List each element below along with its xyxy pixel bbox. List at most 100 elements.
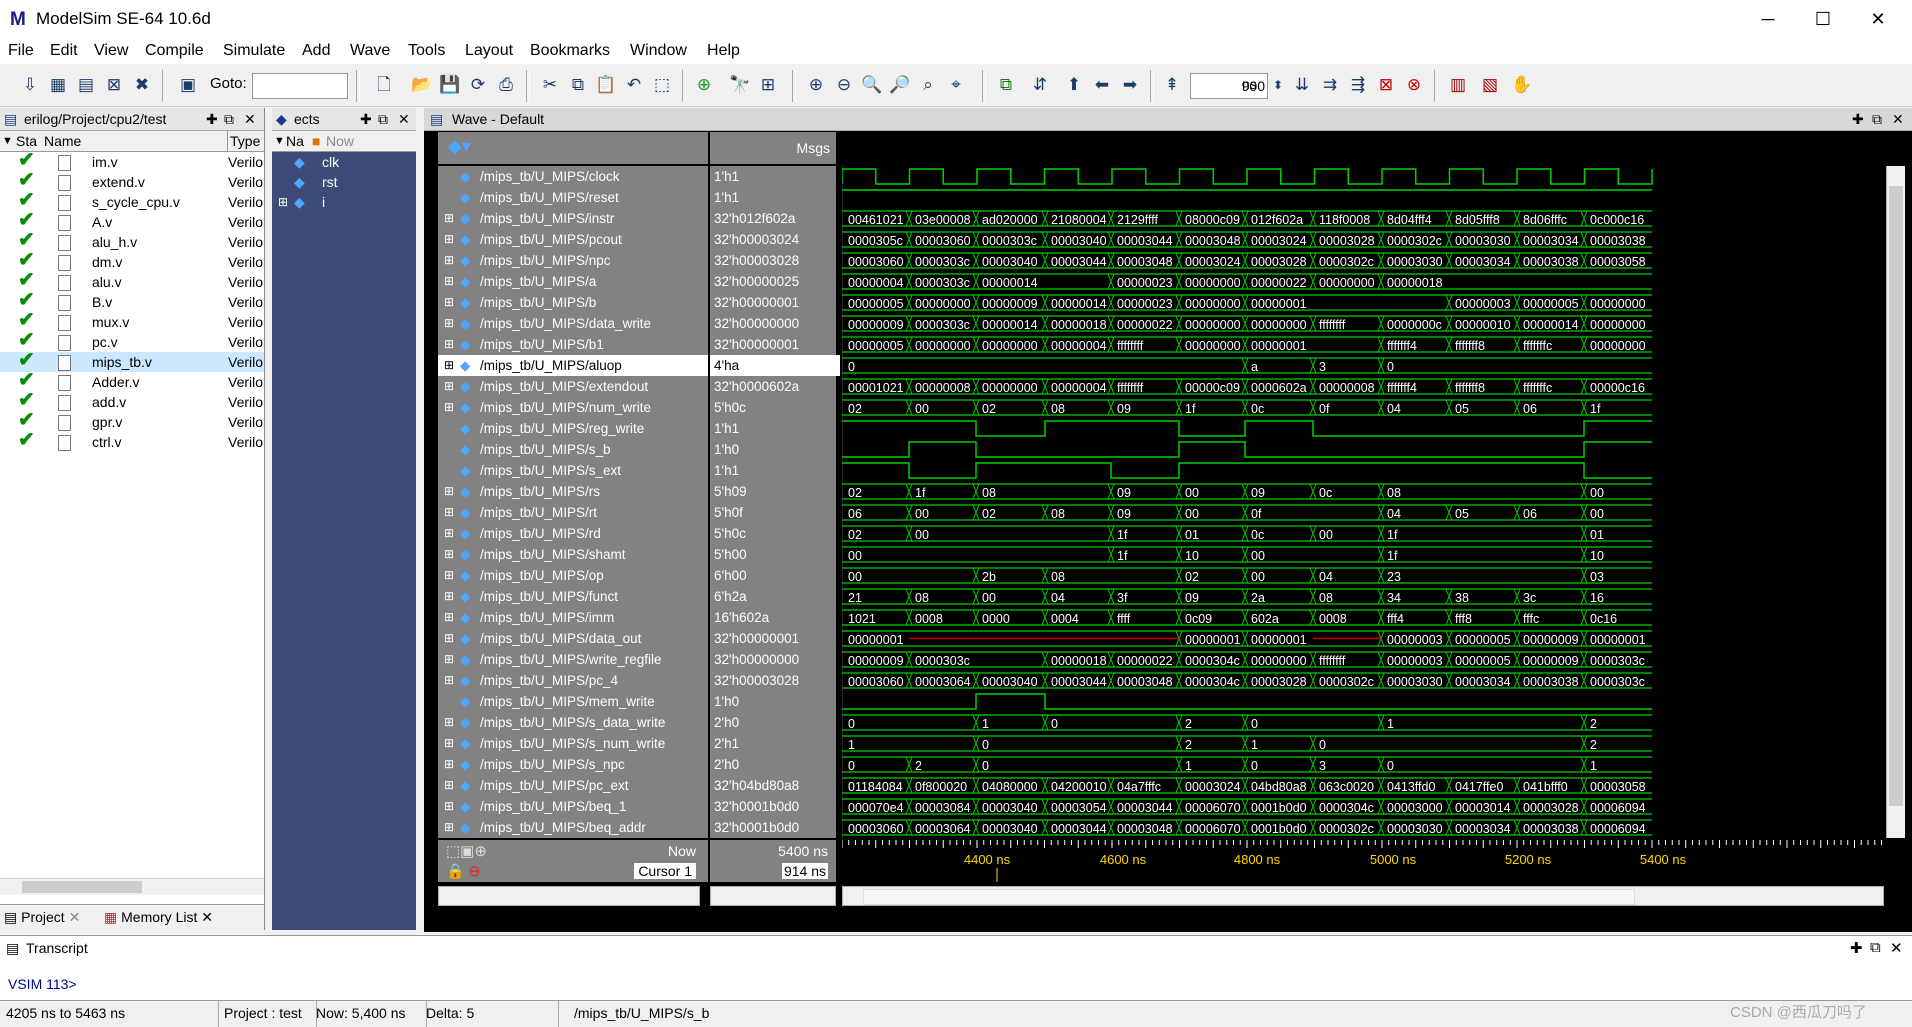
expand-icon[interactable]: ⊞ — [444, 544, 454, 565]
reload-icon[interactable]: ⟳ — [466, 73, 490, 97]
expand-icon[interactable]: ⊞ — [444, 313, 454, 334]
pane-dock-icon[interactable]: ✚ — [1850, 939, 1863, 957]
wave-hscroll-thumb[interactable] — [863, 889, 1635, 905]
zoom-in-icon[interactable]: ⊕ — [804, 73, 828, 97]
signal-row[interactable]: ⊞ ◆ /mips_tb/U_MIPS/beq_1 — [438, 796, 708, 817]
signal-row[interactable]: ⊞ ◆ /mips_tb/U_MIPS/pc_ext — [438, 775, 708, 796]
expand-icon[interactable]: ⊞ — [444, 670, 454, 691]
menu-window[interactable]: Window — [630, 42, 687, 60]
compile-all-icon[interactable]: ▦ — [46, 73, 70, 97]
close-button[interactable]: ✕ — [1855, 4, 1901, 34]
project-file-row[interactable]: ✔ add.v Verilo — [0, 390, 264, 412]
signal-row[interactable]: ⊞ ◆ /mips_tb/U_MIPS/num_write — [438, 397, 708, 418]
expand-icon[interactable]: ⊞ — [444, 334, 454, 355]
hscroll-thumb[interactable] — [22, 881, 142, 893]
signal-row[interactable]: ⊞ ◆ /mips_tb/U_MIPS/shamt — [438, 544, 708, 565]
signal-hscrollbar[interactable] — [438, 886, 700, 906]
stop-icon[interactable]: ⊗ — [1402, 73, 1426, 97]
print-icon[interactable]: ⎙ — [494, 73, 518, 97]
minimize-button[interactable]: ─ — [1745, 4, 1791, 34]
project-file-row[interactable]: ✔ alu.v Verilo — [0, 270, 264, 292]
arrow-left-icon[interactable]: ⬅ — [1090, 73, 1114, 97]
zoom-out-icon[interactable]: ⊖ — [832, 73, 856, 97]
goto-input[interactable] — [252, 73, 348, 99]
expand-icon[interactable]: ⊞ — [444, 250, 454, 271]
pane-undock-icon[interactable]: ⧉ — [1872, 108, 1882, 130]
object-item[interactable]: ◆ clk — [272, 152, 416, 172]
tab-memory-list[interactable]: ▦ Memory List ✕ — [104, 909, 213, 926]
expand-icon[interactable]: ⊞ — [444, 607, 454, 628]
expand-icon[interactable]: ⊞ — [444, 271, 454, 292]
expand-icon[interactable]: ⊞ — [444, 502, 454, 523]
object-item[interactable]: ◆ rst — [272, 172, 416, 192]
expand-icon[interactable]: ⊞ — [278, 192, 288, 212]
hand-icon[interactable]: ✋ — [1510, 73, 1534, 97]
menu-layout[interactable]: Layout — [465, 42, 513, 60]
menu-add[interactable]: Add — [302, 42, 330, 60]
signal-row[interactable]: ◆ /mips_tb/U_MIPS/reset — [438, 187, 708, 208]
run-icon[interactable]: ⇊ — [1290, 73, 1314, 97]
run-all-icon[interactable]: ⇶ — [1346, 73, 1370, 97]
pane-close-icon[interactable]: ✕ — [1890, 939, 1903, 957]
end-sim-icon[interactable]: ✖ — [130, 73, 154, 97]
signal-row[interactable]: ⊞ ◆ /mips_tb/U_MIPS/rs — [438, 481, 708, 502]
redo-icon[interactable]: ⬚ — [650, 73, 674, 97]
col-type[interactable]: Type — [227, 131, 260, 151]
insert-cursor-icon[interactable]: ⇵ — [1028, 73, 1052, 97]
menu-wave[interactable]: Wave — [350, 42, 390, 60]
signal-filter-icon[interactable]: ◆▾ — [448, 136, 471, 157]
compile-icon[interactable]: ⇩ — [18, 73, 42, 97]
signal-row[interactable]: ⊞ ◆ /mips_tb/U_MIPS/rd — [438, 523, 708, 544]
menu-simulate[interactable]: Simulate — [223, 42, 285, 60]
signal-row[interactable]: ⊞ ◆ /mips_tb/U_MIPS/imm — [438, 607, 708, 628]
sort-icon[interactable]: ▼ — [2, 131, 13, 151]
expand-icon[interactable]: ⊞ — [444, 292, 454, 313]
signal-row[interactable]: ⊞ ◆ /mips_tb/U_MIPS/b — [438, 292, 708, 313]
undo-icon[interactable]: ↶ — [622, 73, 646, 97]
signal-row[interactable]: ⊞ ◆ /mips_tb/U_MIPS/pcout — [438, 229, 708, 250]
zoom-cursor-icon[interactable]: 🔎 — [888, 73, 912, 97]
col-name[interactable]: Na — [286, 131, 304, 151]
project-file-row[interactable]: ✔ pc.v Verilo — [0, 330, 264, 352]
copy-icon[interactable]: ⧉ — [566, 73, 590, 97]
wave-vscrollbar[interactable] — [1886, 166, 1905, 838]
sort-icon[interactable]: ▼ — [274, 131, 285, 151]
pane-dock-icon[interactable]: ✚ — [360, 108, 372, 130]
expand-icon[interactable]: ⊞ — [444, 376, 454, 397]
signal-row[interactable]: ⊞ ◆ /mips_tb/U_MIPS/data_out — [438, 628, 708, 649]
expand-icon[interactable]: ⊞ — [444, 355, 454, 376]
zoom-range-icon[interactable]: ⌕ — [916, 73, 940, 97]
col-name[interactable]: Name — [44, 131, 81, 151]
expand-icon[interactable]: ⊞ — [444, 397, 454, 418]
waveform-canvas[interactable]: 00461021 03e00008 ad020000 21080004 2129ffff… — [842, 166, 1882, 838]
project-file-row[interactable]: ✔ A.v Verilo — [0, 210, 264, 232]
new-file-icon[interactable]: 🗋 — [372, 73, 396, 97]
remove-cursor-icon[interactable]: ⊖ — [468, 862, 481, 880]
project-file-row[interactable]: ✔ gpr.v Verilo — [0, 410, 264, 432]
hierarchy-icon[interactable]: ⊞ — [756, 73, 780, 97]
expand-icon[interactable]: ⊞ — [444, 586, 454, 607]
expand-icon[interactable]: ⊞ — [444, 565, 454, 586]
wave-hscrollbar[interactable] — [842, 886, 1884, 906]
signal-row[interactable]: ◆ /mips_tb/U_MIPS/clock — [438, 166, 708, 187]
cursor-label[interactable]: Cursor 1 — [634, 863, 696, 879]
project-file-row[interactable]: ✔ s_cycle_cpu.v Verilo — [0, 190, 264, 212]
signal-row[interactable]: ⊞ ◆ /mips_tb/U_MIPS/s_data_write — [438, 712, 708, 733]
pane-dock-icon[interactable]: ✚ — [206, 108, 218, 130]
menu-help[interactable]: Help — [707, 42, 740, 60]
project-file-row[interactable]: ✔ extend.v Verilo — [0, 170, 264, 192]
expand-icon[interactable]: ⊞ — [444, 817, 454, 838]
signal-row[interactable]: ⊞ ◆ /mips_tb/U_MIPS/s_num_write — [438, 733, 708, 754]
project-file-row[interactable]: ✔ Adder.v Verilo — [0, 370, 264, 392]
object-item[interactable]: ⊞ ◆ i — [272, 192, 416, 212]
paste-icon[interactable]: 📋 — [594, 73, 618, 97]
signal-row[interactable]: ⊞ ◆ /mips_tb/U_MIPS/funct — [438, 586, 708, 607]
project-hscrollbar[interactable] — [0, 878, 264, 895]
menu-file[interactable]: File — [8, 42, 34, 60]
signal-row[interactable]: ⊞ ◆ /mips_tb/U_MIPS/a — [438, 271, 708, 292]
col-status[interactable]: Sta — [16, 131, 37, 151]
arrow-up-icon[interactable]: ⬆ — [1062, 73, 1086, 97]
wave-vscroll-thumb[interactable] — [1889, 186, 1903, 806]
value-hscrollbar[interactable] — [710, 886, 836, 906]
signal-row[interactable]: ⊞ ◆ /mips_tb/U_MIPS/op — [438, 565, 708, 586]
